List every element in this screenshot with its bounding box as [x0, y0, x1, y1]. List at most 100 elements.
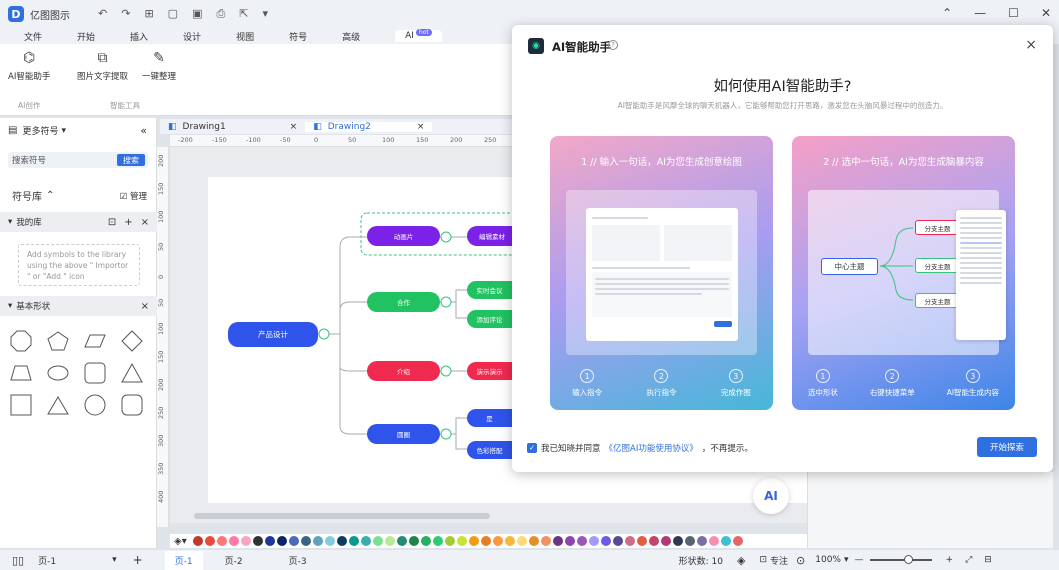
color-swatch[interactable]: [468, 536, 479, 546]
page-tab-1[interactable]: 页-1: [164, 550, 203, 570]
fit-page-icon[interactable]: ⤢: [965, 555, 972, 565]
color-swatch[interactable]: [396, 536, 407, 546]
color-swatch[interactable]: [612, 536, 623, 546]
close-window-icon[interactable]: ✕: [1041, 6, 1051, 20]
ai-assistant-button[interactable]: ⌬ AI智能助手: [8, 50, 50, 82]
color-swatch[interactable]: [204, 536, 215, 546]
mindmap-leaf-node[interactable]: 演示演示: [467, 362, 512, 380]
tab-drawing1[interactable]: ◧ Drawing1 ×: [160, 122, 305, 132]
trapezoid-shape[interactable]: [10, 362, 32, 384]
menu-ai[interactable]: AI hot: [395, 29, 442, 42]
color-swatch[interactable]: [504, 536, 515, 546]
color-swatch[interactable]: [300, 536, 311, 546]
color-swatch[interactable]: [516, 536, 527, 546]
menu-design[interactable]: 设计: [183, 30, 201, 43]
color-swatch[interactable]: [444, 536, 455, 546]
page-tab-2[interactable]: 页-2: [225, 554, 243, 567]
close-icon[interactable]: ×: [141, 217, 149, 228]
color-swatch[interactable]: [540, 536, 551, 546]
square-shape[interactable]: [10, 394, 32, 416]
color-swatch[interactable]: [276, 536, 287, 546]
color-swatch[interactable]: [336, 536, 347, 546]
color-swatch[interactable]: [564, 536, 575, 546]
color-swatch[interactable]: [708, 536, 719, 546]
page-layout-icon[interactable]: ▯▯: [12, 554, 24, 567]
color-swatch[interactable]: [312, 536, 323, 546]
color-swatch[interactable]: [420, 536, 431, 546]
focus-icon[interactable]: ⊡: [759, 555, 767, 565]
color-swatch[interactable]: [720, 536, 731, 546]
tab-drawing2[interactable]: ◧ Drawing2 ×: [305, 121, 433, 132]
zoom-slider[interactable]: [869, 555, 932, 564]
color-swatch[interactable]: [264, 536, 275, 546]
play-icon[interactable]: ⊙: [796, 554, 805, 567]
tidy-button[interactable]: ✎ 一键整理: [142, 50, 176, 82]
agreement-checkbox[interactable]: ✓: [527, 443, 537, 453]
undo-icon[interactable]: ↶: [98, 7, 107, 21]
zoom-in-icon[interactable]: +: [946, 555, 954, 565]
color-swatch[interactable]: [240, 536, 251, 546]
close-tab-icon[interactable]: ×: [290, 122, 298, 132]
horizontal-scrollbar[interactable]: [194, 513, 490, 519]
color-swatch[interactable]: [228, 536, 239, 546]
more-symbols-header[interactable]: ▤ 更多符号 ▾ «: [0, 124, 157, 137]
print-icon[interactable]: ⎙: [216, 7, 225, 21]
page-selector[interactable]: 页-1: [38, 554, 56, 567]
mindmap-leaf-node[interactable]: 是: [467, 409, 512, 427]
save-icon[interactable]: ▣: [192, 7, 202, 21]
color-swatch[interactable]: [660, 536, 671, 546]
new-icon[interactable]: ⊞: [144, 7, 153, 21]
mindmap-branch-node[interactable]: 动画片: [367, 226, 440, 246]
add-page-icon[interactable]: +: [133, 553, 143, 567]
search-button[interactable]: 搜索: [117, 154, 145, 166]
basic-shapes-header[interactable]: ▾ 基本形状 ×: [0, 296, 157, 316]
mindmap-branch-node[interactable]: 合作: [367, 292, 440, 312]
color-swatch[interactable]: [684, 536, 695, 546]
menu-advanced[interactable]: 高级: [342, 30, 360, 43]
help-icon[interactable]: ?: [608, 40, 618, 50]
maximize-icon[interactable]: ☐: [1008, 6, 1019, 20]
redo-icon[interactable]: ↷: [121, 7, 130, 21]
circle-shape[interactable]: [84, 394, 106, 416]
open-icon[interactable]: ▢: [168, 7, 178, 21]
mindmap-leaf-node[interactable]: 添加评论: [467, 310, 512, 328]
diamond-shape[interactable]: [121, 330, 143, 352]
add-icon[interactable]: +: [124, 217, 132, 228]
collapse-icon[interactable]: ⌃: [942, 6, 952, 20]
color-swatch[interactable]: [648, 536, 659, 546]
color-swatch[interactable]: [288, 536, 299, 546]
layers-icon[interactable]: ◈: [737, 554, 745, 567]
color-swatch[interactable]: [216, 536, 227, 546]
zoom-out-icon[interactable]: —: [855, 555, 864, 565]
manage-button[interactable]: ☑ 管理: [120, 190, 147, 202]
customize-icon[interactable]: ▾: [263, 7, 269, 21]
mindmap-root-node[interactable]: 产品设计: [228, 322, 318, 347]
ocr-button[interactable]: ⧉ 图片文字提取: [77, 50, 128, 82]
parallelogram-shape[interactable]: [84, 330, 106, 352]
color-swatch[interactable]: [432, 536, 443, 546]
mindmap-leaf-node[interactable]: 编辑素材: [467, 226, 517, 246]
symbol-search-input[interactable]: 搜索符号 搜索: [8, 152, 148, 168]
mindmap-leaf-node[interactable]: 色彩搭配: [467, 441, 512, 459]
color-swatch[interactable]: [192, 536, 203, 546]
menu-view[interactable]: 视图: [236, 30, 254, 43]
ellipse-shape[interactable]: [47, 362, 69, 384]
color-swatch[interactable]: [384, 536, 395, 546]
color-swatch[interactable]: [672, 536, 683, 546]
menu-symbols[interactable]: 符号: [289, 30, 307, 43]
color-swatch[interactable]: [624, 536, 635, 546]
fill-bucket-icon[interactable]: ◈▾: [174, 536, 187, 547]
focus-label[interactable]: 专注: [770, 554, 788, 567]
menu-home[interactable]: 开始: [77, 30, 95, 43]
octagon-shape[interactable]: [10, 330, 32, 352]
color-swatch[interactable]: [348, 536, 359, 546]
ai-float-button[interactable]: AI: [753, 478, 789, 514]
color-swatch[interactable]: [324, 536, 335, 546]
collapse-panel-icon[interactable]: «: [140, 124, 147, 137]
fullscreen-icon[interactable]: ⊟: [984, 555, 992, 565]
color-swatch[interactable]: [528, 536, 539, 546]
color-swatch[interactable]: [576, 536, 587, 546]
start-explore-button[interactable]: 开始探索: [977, 437, 1037, 457]
color-swatch[interactable]: [696, 536, 707, 546]
mindmap-branch-node[interactable]: 介绍: [367, 361, 440, 381]
